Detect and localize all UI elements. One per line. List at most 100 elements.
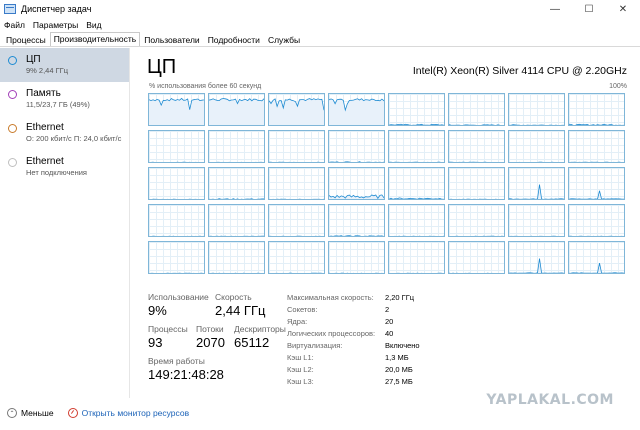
core-graph bbox=[208, 93, 265, 126]
core-graph bbox=[268, 130, 325, 163]
core-graph bbox=[388, 204, 445, 237]
core-graph bbox=[508, 130, 565, 163]
ethernet-dot-icon bbox=[8, 124, 17, 133]
sidebar-item-ethernet-1[interactable]: Ethernet О: 200 кбит/с П: 24,0 кбит/с bbox=[0, 116, 129, 150]
tab-processes[interactable]: Процессы bbox=[2, 33, 50, 46]
sidebar-item-title: Ethernet bbox=[26, 122, 64, 133]
handles-label: Дескрипторы bbox=[234, 324, 286, 334]
core-graph bbox=[208, 167, 265, 200]
sidebar-item-memory[interactable]: Память 11,5/23,7 ГБ (49%) bbox=[0, 82, 129, 116]
core-graph bbox=[328, 204, 385, 237]
core-graph bbox=[388, 93, 445, 126]
info-row: Логических процессоров: 40 bbox=[287, 328, 487, 340]
core-graph bbox=[448, 167, 505, 200]
core-usage-area bbox=[149, 199, 205, 200]
close-button[interactable]: ✕ bbox=[606, 0, 640, 18]
core-usage-line bbox=[150, 272, 203, 273]
core-usage-line bbox=[449, 272, 504, 273]
core-usage-area bbox=[209, 273, 265, 274]
info-row: Виртуализация: Включено bbox=[287, 340, 487, 352]
core-usage-line bbox=[509, 124, 564, 125]
info-row: Кэш L1: 1,3 МБ bbox=[287, 352, 487, 364]
core-graph bbox=[448, 241, 505, 274]
core-usage-line bbox=[509, 235, 564, 236]
info-key: Логических процессоров: bbox=[287, 329, 376, 338]
info-value: 2 bbox=[385, 305, 390, 314]
core-usage-line bbox=[449, 198, 497, 199]
core-usage-area bbox=[569, 236, 625, 237]
core-graph bbox=[208, 130, 265, 163]
core-usage-area bbox=[329, 98, 384, 125]
core-graph bbox=[388, 167, 445, 200]
info-value: 1,3 МБ bbox=[385, 353, 409, 362]
core-usage-line bbox=[449, 161, 487, 162]
core-usage-line bbox=[513, 161, 564, 162]
uptime-value: 149:21:48:28 bbox=[148, 367, 224, 382]
core-graph bbox=[208, 241, 265, 274]
core-graph bbox=[568, 204, 625, 237]
info-key: Кэш L2: bbox=[287, 365, 314, 374]
core-graph bbox=[328, 167, 385, 200]
menu-file[interactable]: Файл bbox=[0, 20, 29, 30]
menu-options[interactable]: Параметры bbox=[29, 20, 82, 30]
info-key: Кэш L3: bbox=[287, 377, 314, 386]
core-usage-line bbox=[449, 124, 504, 125]
sidebar-item-subtitle: Нет подключения bbox=[26, 168, 87, 177]
open-resource-monitor-link[interactable]: Открыть монитор ресурсов bbox=[82, 408, 190, 418]
usage-max-label: 100% bbox=[609, 83, 627, 90]
core-graph bbox=[328, 241, 385, 274]
resource-monitor-icon[interactable] bbox=[67, 408, 78, 418]
core-usage-area bbox=[329, 273, 385, 274]
core-graph bbox=[328, 93, 385, 126]
core-graph bbox=[568, 167, 625, 200]
minimize-button[interactable]: — bbox=[538, 0, 572, 18]
core-usage-area bbox=[269, 273, 325, 274]
tab-users[interactable]: Пользователи bbox=[140, 33, 203, 46]
usage-caption: % использования более 60 секунд bbox=[149, 83, 262, 90]
sidebar-item-subtitle: 9% 2,44 ГГц bbox=[26, 66, 69, 75]
sidebar-item-ethernet-2[interactable]: Ethernet Нет подключения bbox=[0, 150, 129, 184]
core-usage-line bbox=[390, 272, 443, 273]
sidebar-item-cpu[interactable]: ЦП 9% 2,44 ГГц bbox=[0, 48, 129, 82]
info-key: Максимальная скорость: bbox=[287, 293, 374, 302]
core-graph bbox=[388, 241, 445, 274]
core-usage-line bbox=[569, 235, 623, 236]
fewer-details-button[interactable]: Меньше bbox=[21, 408, 54, 418]
info-key: Сокетов: bbox=[287, 305, 318, 314]
menu-bar: Файл Параметры Вид bbox=[0, 18, 106, 32]
core-usage-line bbox=[209, 198, 264, 199]
info-row: Кэш L3: 27,5 МБ bbox=[287, 376, 487, 388]
cpu-info-table: Максимальная скорость: 2,20 ГГц Сокетов: 2… bbox=[287, 292, 487, 388]
core-graph bbox=[148, 167, 205, 200]
core-usage-line bbox=[569, 190, 624, 199]
info-value: 20 bbox=[385, 317, 394, 326]
uptime-stat: Время работы 149:21:48:28 bbox=[148, 356, 224, 382]
tab-services[interactable]: Службы bbox=[264, 33, 304, 46]
maximize-button[interactable]: ☐ bbox=[572, 0, 606, 18]
core-usage-line bbox=[509, 184, 564, 199]
uptime-label: Время работы bbox=[148, 356, 205, 366]
core-usage-line bbox=[269, 198, 324, 199]
speed-stat: Скорость 2,44 ГГц bbox=[215, 292, 265, 318]
threads-label: Потоки bbox=[196, 324, 224, 334]
threads-stat: Потоки 2070 bbox=[196, 324, 225, 350]
core-usage-area bbox=[509, 236, 565, 237]
chevron-up-icon[interactable]: ⌃ bbox=[7, 408, 17, 418]
core-usage-line bbox=[210, 272, 260, 273]
processes-label: Процессы bbox=[148, 324, 188, 334]
core-usage-area bbox=[511, 258, 563, 273]
tab-details[interactable]: Подробности bbox=[204, 33, 264, 46]
core-graph bbox=[148, 93, 205, 126]
core-usage-area bbox=[389, 273, 445, 274]
memory-dot-icon bbox=[8, 90, 17, 99]
tab-performance[interactable]: Производительность bbox=[49, 32, 141, 46]
menu-view[interactable]: Вид bbox=[82, 20, 105, 30]
watermark: YAPLAKAL.COM bbox=[486, 392, 614, 408]
handles-value: 65112 bbox=[234, 335, 270, 350]
info-row: Максимальная скорость: 2,20 ГГц bbox=[287, 292, 487, 304]
core-usage-area bbox=[571, 263, 623, 273]
core-usage-area bbox=[269, 162, 325, 163]
core-graph bbox=[268, 93, 325, 126]
page-title: ЦП bbox=[147, 56, 177, 78]
core-usage-area bbox=[209, 236, 265, 237]
